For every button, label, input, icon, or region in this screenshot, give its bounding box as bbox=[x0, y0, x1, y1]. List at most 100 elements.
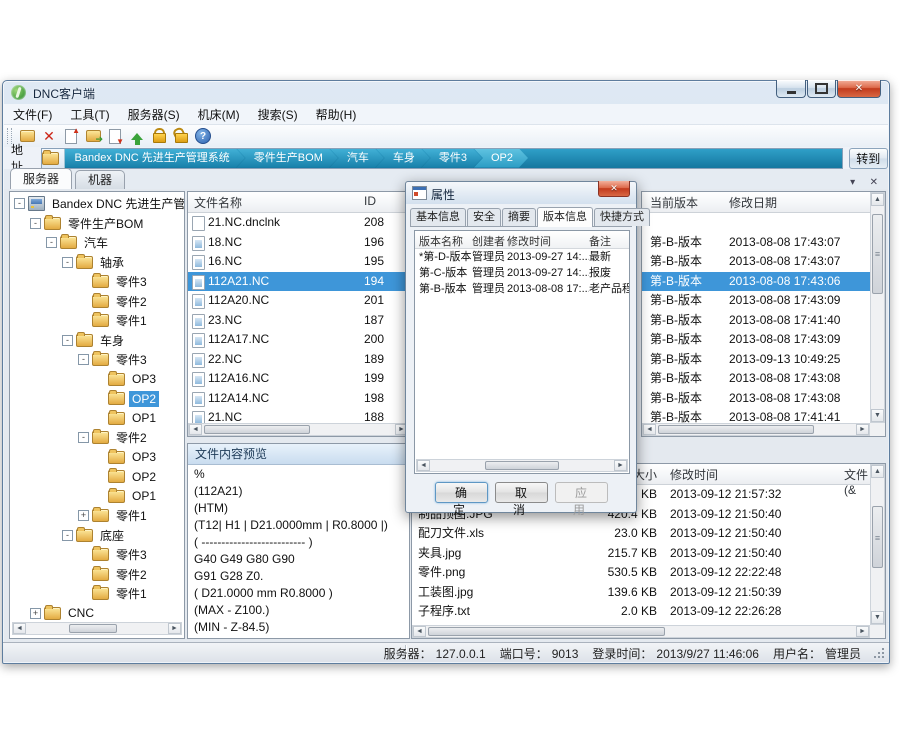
scroll-left-icon[interactable]: ◄ bbox=[13, 623, 26, 634]
toolbar-checkin-button[interactable] bbox=[60, 126, 82, 146]
close-view-icon[interactable]: ✕ bbox=[870, 177, 878, 188]
scrollbar-thumb[interactable] bbox=[658, 425, 814, 434]
scroll-left-icon[interactable]: ◄ bbox=[643, 424, 656, 435]
scrollbar-thumb[interactable] bbox=[872, 214, 883, 294]
cancel-button[interactable]: 取 消 bbox=[495, 482, 548, 503]
tree-expander-icon[interactable]: - bbox=[46, 237, 57, 248]
tree-item-1[interactable]: -零件生产BOM bbox=[10, 214, 184, 234]
version-row-0[interactable] bbox=[642, 213, 885, 233]
file-row-0[interactable]: 21.NC.dnclnk208 bbox=[188, 213, 409, 233]
menu-item-2[interactable]: 服务器(S) bbox=[119, 104, 189, 125]
tree-expander-icon[interactable]: + bbox=[78, 510, 89, 521]
scroll-left-icon[interactable]: ◄ bbox=[189, 424, 202, 435]
scroll-down-icon[interactable]: ▼ bbox=[871, 409, 884, 422]
file-row-9[interactable]: 112A14.NC198 bbox=[188, 389, 409, 409]
menu-item-4[interactable]: 搜索(S) bbox=[249, 104, 307, 125]
toolbar-checkout-button[interactable] bbox=[104, 126, 126, 146]
version-row-8[interactable]: 第-B-版本2013-08-08 17:43:08 bbox=[642, 369, 885, 389]
scroll-down-icon[interactable]: ▼ bbox=[871, 611, 884, 624]
scrollbar-thumb[interactable] bbox=[69, 624, 117, 633]
attachment-horizontal-scrollbar[interactable]: ◄ ► bbox=[412, 625, 870, 638]
dialog-version-row-0[interactable]: *第-D-版本管理员2013-09-27 14:...最新 bbox=[415, 249, 629, 265]
menu-item-5[interactable]: 帮助(H) bbox=[307, 104, 366, 125]
scroll-right-icon[interactable]: ► bbox=[856, 424, 869, 435]
titlebar[interactable]: DNC客户端 ✕ bbox=[3, 81, 889, 105]
tree-expander-icon[interactable]: - bbox=[62, 335, 73, 346]
scroll-right-icon[interactable]: ► bbox=[856, 626, 869, 637]
scrollbar-thumb[interactable] bbox=[204, 425, 310, 434]
version-row-5[interactable]: 第-B-版本2013-08-08 17:41:40 bbox=[642, 311, 885, 331]
version-row-9[interactable]: 第-B-版本2013-08-08 17:43:08 bbox=[642, 389, 885, 409]
version-row-3[interactable]: 第-B-版本2013-08-08 17:43:06 bbox=[642, 272, 885, 292]
scrollbar-track[interactable] bbox=[871, 478, 884, 611]
column-header-creator[interactable]: 创建者 bbox=[472, 233, 505, 249]
file-row-5[interactable]: 23.NC187 bbox=[188, 311, 409, 331]
breadcrumb-segment-3[interactable]: 车身 bbox=[376, 149, 430, 168]
file-row-8[interactable]: 112A16.NC199 bbox=[188, 369, 409, 389]
menu-item-3[interactable]: 机床(M) bbox=[189, 104, 249, 125]
tree-item-0[interactable]: -Bandex DNC 先进生产管理系统 bbox=[10, 194, 184, 214]
dialog-horizontal-scrollbar[interactable]: ◄ ► bbox=[416, 459, 628, 472]
file-row-2[interactable]: 16.NC195 bbox=[188, 252, 409, 272]
scrollbar-thumb[interactable] bbox=[485, 461, 559, 470]
toolbar-delete-button[interactable] bbox=[38, 126, 60, 146]
scrollbar-track[interactable] bbox=[871, 206, 884, 409]
tree-item-6[interactable]: 零件1 bbox=[10, 311, 184, 331]
go-button[interactable]: 转到 bbox=[849, 148, 888, 169]
scrollbar-track[interactable] bbox=[426, 626, 856, 637]
scrollbar-track[interactable] bbox=[430, 460, 614, 471]
tree-item-17[interactable]: -底座 bbox=[10, 526, 184, 546]
resize-grip[interactable] bbox=[874, 647, 885, 658]
close-button[interactable]: ✕ bbox=[837, 80, 881, 98]
tree-item-3[interactable]: -轴承 bbox=[10, 253, 184, 273]
column-header-current-version[interactable]: 当前版本 bbox=[650, 194, 698, 211]
menu-item-1[interactable]: 工具(T) bbox=[61, 104, 118, 125]
tree-expander-icon[interactable]: + bbox=[30, 608, 41, 619]
attachment-row-6[interactable]: 子程序.txt2.0 KB2013-09-12 22:26:28 bbox=[412, 602, 885, 622]
tree-item-16[interactable]: +零件1 bbox=[10, 506, 184, 526]
tree-expander-icon[interactable]: - bbox=[14, 198, 25, 209]
attachment-row-3[interactable]: 夹具.jpg215.7 KB2013-09-12 21:50:40 bbox=[412, 544, 885, 564]
column-header-id[interactable]: ID bbox=[364, 194, 376, 208]
ok-button[interactable]: 确 定 bbox=[435, 482, 488, 503]
scroll-up-icon[interactable]: ▲ bbox=[871, 193, 884, 206]
tree-item-7[interactable]: -车身 bbox=[10, 331, 184, 351]
attachment-vertical-scrollbar[interactable]: ▲ ▼ bbox=[870, 464, 885, 625]
version-row-1[interactable]: 第-B-版本2013-08-08 17:43:07 bbox=[642, 233, 885, 253]
scrollbar-thumb[interactable] bbox=[872, 506, 883, 568]
attachment-row-2[interactable]: 配刀文件.xls23.0 KB2013-09-12 21:50:40 bbox=[412, 524, 885, 544]
file-row-7[interactable]: 22.NC189 bbox=[188, 350, 409, 370]
dialog-version-row-2[interactable]: 第-B-版本管理员2013-08-08 17:...老产品程序 bbox=[415, 281, 629, 297]
file-row-1[interactable]: 18.NC196 bbox=[188, 233, 409, 253]
breadcrumb-segment-4[interactable]: 零件3 bbox=[422, 149, 482, 168]
tree-item-10[interactable]: OP2 bbox=[10, 389, 184, 409]
toolbar-lock-button[interactable] bbox=[148, 126, 170, 146]
toolbar-help-button[interactable] bbox=[192, 126, 214, 146]
tree-item-18[interactable]: 零件3 bbox=[10, 545, 184, 565]
version-row-6[interactable]: 第-B-版本2013-08-08 17:43:09 bbox=[642, 330, 885, 350]
scrollbar-thumb[interactable] bbox=[428, 627, 665, 636]
dialog-tab-1[interactable]: 安全 bbox=[467, 208, 501, 226]
view-tab-0[interactable]: 服务器 bbox=[10, 168, 72, 189]
tree-item-14[interactable]: OP2 bbox=[10, 467, 184, 487]
dialog-tab-4[interactable]: 快捷方式 bbox=[594, 208, 650, 226]
breadcrumb-segment-5[interactable]: OP2 bbox=[474, 149, 528, 168]
scroll-left-icon[interactable]: ◄ bbox=[413, 626, 426, 637]
version-list-vertical-scrollbar[interactable]: ▲ ▼ bbox=[870, 192, 885, 423]
column-header-version-name[interactable]: 版本名称 bbox=[419, 233, 463, 249]
attachment-row-4[interactable]: 零件.png530.5 KB2013-09-12 22:22:48 bbox=[412, 563, 885, 583]
tree-item-13[interactable]: OP3 bbox=[10, 448, 184, 468]
tree-item-2[interactable]: -汽车 bbox=[10, 233, 184, 253]
tree-item-8[interactable]: -零件3 bbox=[10, 350, 184, 370]
toolbar-upload-button[interactable] bbox=[126, 126, 148, 146]
file-row-4[interactable]: 112A20.NC201 bbox=[188, 291, 409, 311]
dialog-tab-0[interactable]: 基本信息 bbox=[410, 208, 466, 226]
tree-expander-icon[interactable]: - bbox=[78, 432, 89, 443]
toolbar-export-folder-button[interactable] bbox=[82, 126, 104, 146]
scroll-left-icon[interactable]: ◄ bbox=[417, 460, 430, 471]
toolbar-unlock-button[interactable] bbox=[170, 126, 192, 146]
version-list-horizontal-scrollbar[interactable]: ◄ ► bbox=[642, 423, 870, 436]
column-header-filename[interactable]: 文件名称 bbox=[194, 194, 242, 211]
scroll-right-icon[interactable]: ► bbox=[614, 460, 627, 471]
dialog-titlebar[interactable]: 属性 ✕ bbox=[406, 182, 636, 204]
